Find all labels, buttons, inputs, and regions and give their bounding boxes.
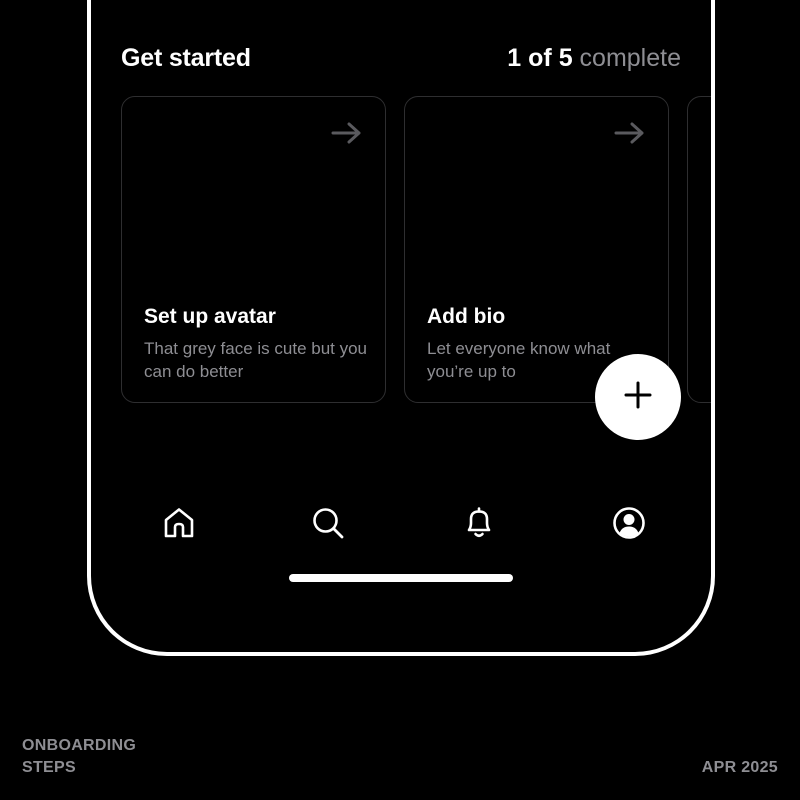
arrow-right-icon	[331, 121, 363, 145]
tab-notifications[interactable]	[454, 500, 504, 550]
tab-profile[interactable]	[604, 500, 654, 550]
bell-icon	[462, 506, 496, 545]
section-title: Get started	[121, 43, 251, 72]
footer-date-label: APR 2025	[701, 759, 778, 776]
app-screen: Get started 1 of 5 complete Set up avata…	[91, 0, 711, 652]
footer-project-label: ONBOARDING STEPS	[22, 737, 137, 776]
presentation-stage: Get started 1 of 5 complete Set up avata…	[0, 0, 800, 800]
tab-home[interactable]	[154, 500, 204, 550]
add-button[interactable]	[595, 354, 681, 440]
plus-icon	[623, 380, 653, 415]
progress-label: complete	[579, 43, 681, 72]
card-set-up-avatar[interactable]: Set up avatar That grey face is cute but…	[121, 96, 386, 403]
profile-icon	[612, 506, 646, 545]
phone-frame: Get started 1 of 5 complete Set up avata…	[87, 0, 715, 656]
card-title: Set up avatar	[144, 305, 276, 328]
arrow-right-icon	[614, 121, 646, 145]
get-started-header: Get started 1 of 5 complete	[121, 40, 681, 76]
bottom-tab-bar	[91, 500, 711, 550]
progress-indicator: 1 of 5 complete	[507, 44, 681, 73]
card-next-partial[interactable]	[687, 96, 711, 403]
tab-search[interactable]	[303, 500, 353, 550]
search-icon	[311, 506, 345, 545]
card-description: That grey face is cute but you can do be…	[144, 339, 368, 381]
home-indicator[interactable]	[289, 574, 513, 582]
card-title: Add bio	[427, 305, 506, 328]
progress-count: 1 of 5	[507, 43, 573, 72]
home-icon	[162, 506, 196, 545]
